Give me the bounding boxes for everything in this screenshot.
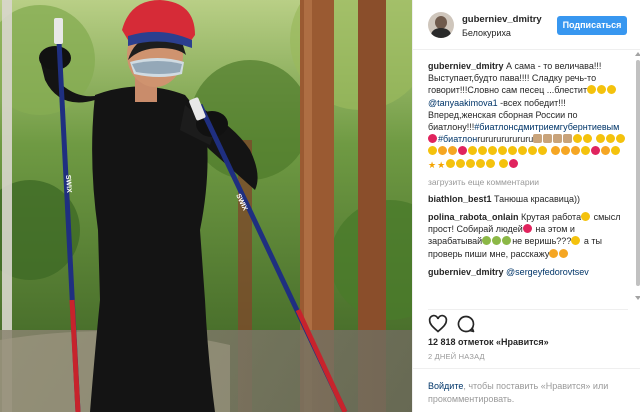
- star-emoji-icon: ★: [437, 159, 446, 170]
- scroll-down-arrow-icon[interactable]: [635, 296, 640, 300]
- comment-item: biathlon_best1 Танюша красавица)): [428, 193, 627, 205]
- emoji-icon: [570, 146, 580, 156]
- emoji-icon: [456, 158, 466, 168]
- comment-icon[interactable]: [456, 314, 476, 334]
- money-bag-emoji-icon: [549, 248, 559, 258]
- biathlete-photo: SWIX SWIX: [0, 0, 412, 412]
- money-emoji-icon: [492, 236, 502, 246]
- comment-username[interactable]: polina_rabota_onlain: [428, 212, 519, 222]
- avatar-body: [431, 28, 451, 38]
- load-more-comments[interactable]: загрузить еще комментарии: [428, 177, 627, 187]
- login-link[interactable]: Войдите: [428, 381, 463, 391]
- likes-count[interactable]: 12 818 отметок «Нравится»: [428, 337, 549, 347]
- caption-hashtag-2[interactable]: #биатлон: [438, 134, 477, 144]
- post-caption: guberniev_dmitry А сама - то величава!!!…: [428, 60, 627, 170]
- emoji-icon: [600, 146, 610, 156]
- comment-item: guberniev_dmitry @sergeyfedorovtsev: [428, 266, 627, 278]
- emoji-icon: [476, 158, 486, 168]
- emoji-icon: [486, 158, 496, 168]
- emoji-icon: [446, 158, 456, 168]
- caption-text-3: rururururururu: [477, 134, 534, 145]
- comments-list[interactable]: guberniev_dmitry А сама - то величава!!!…: [413, 50, 635, 302]
- emoji-icon: [466, 158, 476, 168]
- emoji-icon: [543, 134, 553, 144]
- emoji-icon: [563, 134, 573, 144]
- emoji-icon: [533, 134, 543, 144]
- emoji-icon: [468, 146, 477, 156]
- emoji-icon: [438, 146, 447, 156]
- emoji-icon: [448, 146, 457, 156]
- comment-item: polina_rabota_onlain Крутая работа смысл…: [428, 211, 627, 260]
- emoji-icon: [428, 146, 437, 156]
- emoji-icon: [573, 134, 583, 144]
- emoji-icon: [615, 134, 625, 144]
- comment-text: Танюша красавица)): [494, 193, 580, 204]
- avatar[interactable]: [428, 12, 454, 38]
- emoji-icon: [508, 158, 518, 168]
- caption-username[interactable]: guberniev_dmitry: [428, 61, 504, 71]
- emoji-icon: [595, 134, 605, 144]
- emoji-icon: [550, 146, 560, 156]
- emoji-icon: [587, 85, 597, 95]
- thumbs-up-emoji-icon: [581, 212, 591, 222]
- emoji-icon: [607, 85, 617, 95]
- heart-emoji-icon: [428, 134, 437, 144]
- post-actions: [428, 309, 628, 333]
- money-emoji-icon: [502, 236, 512, 246]
- comment-username[interactable]: guberniev_dmitry: [428, 267, 504, 277]
- heart-icon[interactable]: [428, 314, 448, 334]
- emoji-icon: [590, 146, 600, 156]
- emoji-icon: [605, 134, 615, 144]
- emoji-icon: [498, 146, 507, 156]
- emoji-icon: [583, 134, 593, 144]
- star-emoji-icon: ★: [428, 159, 437, 170]
- emoji-icon: [560, 146, 570, 156]
- emoji-icon: [538, 146, 547, 156]
- emoji-icon: [488, 146, 497, 156]
- emoji-icon: [498, 158, 508, 168]
- post-username[interactable]: guberniev_dmitry: [462, 14, 542, 25]
- emoji-icon: [478, 146, 487, 156]
- emoji-icon: [458, 146, 467, 156]
- emoji-icon: [528, 146, 537, 156]
- emoji-icon: [553, 134, 563, 144]
- comment-text-a: Крутая работа: [521, 212, 582, 223]
- money-bag-emoji-icon: [559, 248, 569, 258]
- emoji-icon: [580, 146, 590, 156]
- post-timestamp[interactable]: 2 ДНЕЙ НАЗАД: [428, 352, 485, 361]
- comment-username[interactable]: biathlon_best1: [428, 194, 492, 204]
- comments-scrollbar[interactable]: [635, 50, 640, 302]
- emoji-icon: [522, 224, 532, 234]
- post-side-panel: guberniev_dmitry Белокуриха Подписаться …: [412, 0, 640, 412]
- comment-text-f: пиши мне, расскажу: [464, 248, 550, 259]
- caption-hashtag-1[interactable]: #биатлонсдмитриемгубернтиевым: [474, 122, 619, 132]
- follow-button[interactable]: Подписаться: [557, 16, 627, 35]
- post-location[interactable]: Белокуриха: [462, 28, 511, 38]
- emoji-icon: [571, 236, 581, 246]
- scroll-up-arrow-icon[interactable]: [635, 52, 640, 56]
- emoji-icon: [597, 85, 607, 95]
- scrollbar-thumb[interactable]: [636, 60, 640, 286]
- emoji-icon: [508, 146, 517, 156]
- comment-text-d: не веришь???: [512, 236, 572, 247]
- post-header: guberniev_dmitry Белокуриха Подписаться: [413, 0, 640, 50]
- post-photo[interactable]: SWIX SWIX: [0, 0, 412, 412]
- pole-brand-left: SWIX: [64, 175, 72, 194]
- emoji-icon: [518, 146, 527, 156]
- comment-mention[interactable]: @sergeyfedorovtsev: [506, 267, 589, 277]
- caption-mention[interactable]: @tanyaakimova1: [428, 98, 498, 108]
- login-prompt: Войдите, чтобы поставить «Нравится» или …: [413, 368, 640, 412]
- emoji-icon: [610, 146, 620, 156]
- money-emoji-icon: [482, 236, 492, 246]
